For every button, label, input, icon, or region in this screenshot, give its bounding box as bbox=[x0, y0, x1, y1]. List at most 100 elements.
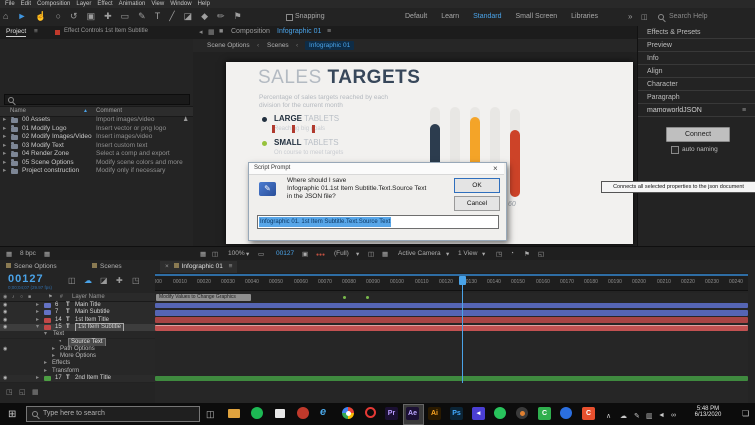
hand-tool-icon[interactable]: ☝ bbox=[35, 11, 46, 22]
layer-name[interactable]: 2nd Item Title bbox=[75, 375, 111, 382]
frame-blend-icon[interactable]: ◪ bbox=[100, 276, 108, 285]
property-group-label[interactable]: Path Options bbox=[60, 346, 95, 353]
panel-character[interactable]: Character bbox=[638, 78, 755, 91]
project-search-input[interactable] bbox=[4, 94, 190, 105]
work-area-bar[interactable] bbox=[155, 274, 748, 276]
folder-name[interactable]: 03 Modify Text bbox=[22, 142, 64, 150]
project-row-assets[interactable]: ▸ 00 Assets Import images/video ♟ bbox=[0, 116, 193, 124]
comp-toolbar-icon-5[interactable]: ◔ bbox=[510, 250, 514, 257]
camtasia-icon[interactable]: C bbox=[538, 407, 551, 420]
group-expand-icon[interactable]: ▸ bbox=[52, 346, 55, 353]
camera-tool-icon[interactable]: ▣ bbox=[87, 11, 96, 22]
tab-project[interactable]: Project bbox=[6, 28, 27, 37]
menu-file[interactable]: File bbox=[2, 1, 18, 7]
label-color-chip[interactable] bbox=[44, 317, 51, 323]
opera-icon[interactable] bbox=[365, 407, 376, 418]
type-tool-icon[interactable]: T bbox=[155, 11, 161, 22]
timeline-tab-infographic[interactable]: × Infographic 01 ≡ bbox=[160, 261, 238, 273]
layer-expand-icon[interactable]: ▸ bbox=[36, 317, 39, 324]
label-color-chip[interactable] bbox=[44, 303, 51, 308]
tab-close-icon[interactable]: × bbox=[165, 263, 169, 270]
layer-name[interactable]: Main Title bbox=[75, 302, 101, 309]
timeline-tab-scenes[interactable]: Scenes bbox=[92, 261, 122, 273]
photoshop-icon[interactable]: Ps bbox=[450, 407, 463, 420]
timeline-tab-scene-options[interactable]: Scene Options bbox=[6, 261, 57, 273]
row-expand-icon[interactable]: ▸ bbox=[3, 150, 6, 158]
project-row-modify-logo[interactable]: ▸ 01 Modify Logo Insert vector or png lo… bbox=[0, 125, 193, 133]
start-button[interactable]: ⊞ bbox=[8, 409, 16, 420]
keyframe-dot[interactable] bbox=[343, 296, 346, 299]
layer-row-2nd-item-title[interactable]: ◉ ▸ 17 T 2nd Item Title bbox=[0, 375, 155, 384]
folder-name[interactable]: 04 Render Zone bbox=[22, 150, 69, 158]
property-group-label[interactable]: Effects bbox=[52, 360, 70, 367]
menu-effect[interactable]: Effect bbox=[94, 1, 115, 7]
row-expand-icon[interactable]: ▸ bbox=[3, 116, 6, 124]
menu-layer[interactable]: Layer bbox=[73, 1, 94, 7]
group-expand-icon[interactable]: ▸ bbox=[44, 368, 47, 375]
timeline-toggle-icon-3[interactable]: ▦ bbox=[32, 388, 39, 396]
illustrator-icon[interactable]: Ai bbox=[428, 407, 441, 420]
comp-marker[interactable]: Modify Values to Change Graphics bbox=[156, 294, 251, 301]
search-help-input[interactable]: Search Help bbox=[669, 13, 708, 20]
lock-icon[interactable]: ■ bbox=[219, 28, 223, 35]
auto-naming-checkbox[interactable] bbox=[671, 146, 679, 154]
sort-arrow-icon[interactable]: ▲ bbox=[83, 108, 88, 114]
after-effects-icon[interactable]: Ae bbox=[406, 407, 419, 420]
home-icon[interactable]: ⌂ bbox=[3, 11, 8, 22]
layer-expand-icon[interactable]: ▸ bbox=[36, 375, 39, 382]
color-depth-label[interactable]: 8 bpc bbox=[20, 250, 36, 257]
comp-flowchart-icon[interactable]: ◫ bbox=[68, 276, 76, 285]
brush-tool-icon[interactable]: ╱ bbox=[169, 11, 174, 22]
workspace-default[interactable]: Default bbox=[405, 13, 427, 20]
notifications-icon[interactable]: ❏ bbox=[742, 409, 749, 418]
tab-menu-icon[interactable]: ≡ bbox=[229, 263, 233, 270]
transparency-grid-icon[interactable]: ▦ bbox=[382, 250, 388, 258]
row-expand-icon[interactable]: ▸ bbox=[3, 133, 6, 141]
draft-3d-icon[interactable]: ◳ bbox=[132, 276, 140, 285]
layer-duration-bar-main-title[interactable] bbox=[155, 302, 748, 309]
premiere-icon[interactable]: Pr bbox=[385, 407, 398, 420]
layer-duration-bar-2nd-item-title[interactable] bbox=[155, 375, 748, 382]
playhead-line[interactable] bbox=[462, 276, 463, 383]
roi-icon[interactable]: ◫ bbox=[368, 250, 374, 258]
timeline-timecode[interactable]: 00127 bbox=[8, 273, 44, 285]
keyframe-dot[interactable] bbox=[366, 296, 369, 299]
comp-timecode[interactable]: 00127 bbox=[276, 250, 294, 257]
purple-app-icon[interactable]: ◂ bbox=[472, 407, 485, 420]
stamp-tool-icon[interactable]: ◪ bbox=[184, 11, 193, 22]
project-row-modify-text[interactable]: ▸ 03 Modify Text Insert custom text bbox=[0, 142, 193, 150]
roto-brush-tool-icon[interactable]: ✏ bbox=[217, 11, 225, 22]
network-icon[interactable]: ∞ bbox=[671, 412, 676, 419]
active-camera-dropdown[interactable]: Active Camera bbox=[398, 250, 441, 257]
panel-menu-icon[interactable]: ≡ bbox=[327, 28, 331, 35]
touchpad-tray-icon[interactable]: ▥ bbox=[646, 412, 653, 420]
ok-button[interactable]: OK bbox=[454, 178, 500, 193]
label-color-chip[interactable] bbox=[44, 324, 51, 330]
davinci-resolve-icon[interactable] bbox=[516, 407, 528, 419]
project-row-modify-images[interactable]: ▸ 02 Modify Images/Video Insert images/v… bbox=[0, 133, 193, 141]
eye-icon[interactable]: ◉ bbox=[3, 375, 7, 382]
comp-toolbar-icon-1[interactable]: ▦ bbox=[200, 250, 206, 258]
workspace-overflow-icon[interactable]: » bbox=[628, 12, 632, 21]
folder-name[interactable]: 01 Modify Logo bbox=[22, 125, 66, 133]
layer-duration-bar-1st-item-title[interactable] bbox=[155, 317, 748, 324]
pen-tool-icon[interactable]: ✎ bbox=[138, 11, 146, 22]
panel-align[interactable]: Align bbox=[638, 65, 755, 78]
rotate-tool-icon[interactable]: ↺ bbox=[70, 11, 78, 22]
mask-tool-icon[interactable]: ▭ bbox=[121, 11, 130, 22]
view-caret-icon[interactable]: ▾ bbox=[482, 250, 485, 258]
panel-preview[interactable]: Preview bbox=[638, 39, 755, 52]
workspace-small-screen[interactable]: Small Screen bbox=[516, 13, 558, 20]
legend-large-subtitle[interactable]: Reaching big goals bbox=[274, 126, 325, 132]
breadcrumb-infographic[interactable]: Infographic 01 bbox=[305, 40, 355, 50]
timeline-ruler[interactable]: 00000 00010 00020 00030 00040 00050 0006… bbox=[155, 273, 748, 291]
tab-effect-controls[interactable]: Effect Controls 1st Item Subtitle bbox=[64, 28, 148, 34]
eye-icon[interactable]: ◉ bbox=[3, 317, 7, 324]
project-row-render-zone[interactable]: ▸ 04 Render Zone Select a comp and expor… bbox=[0, 150, 193, 158]
hidden-icons-chevron[interactable]: ∧ bbox=[606, 412, 611, 420]
eye-icon[interactable]: ◉ bbox=[3, 324, 7, 331]
breadcrumb-scene-options[interactable]: Scene Options bbox=[207, 42, 250, 49]
column-comment[interactable]: Comment bbox=[96, 108, 122, 114]
snapshot-icon[interactable]: ▣ bbox=[302, 250, 308, 258]
folder-name[interactable]: Project construction bbox=[22, 167, 79, 175]
